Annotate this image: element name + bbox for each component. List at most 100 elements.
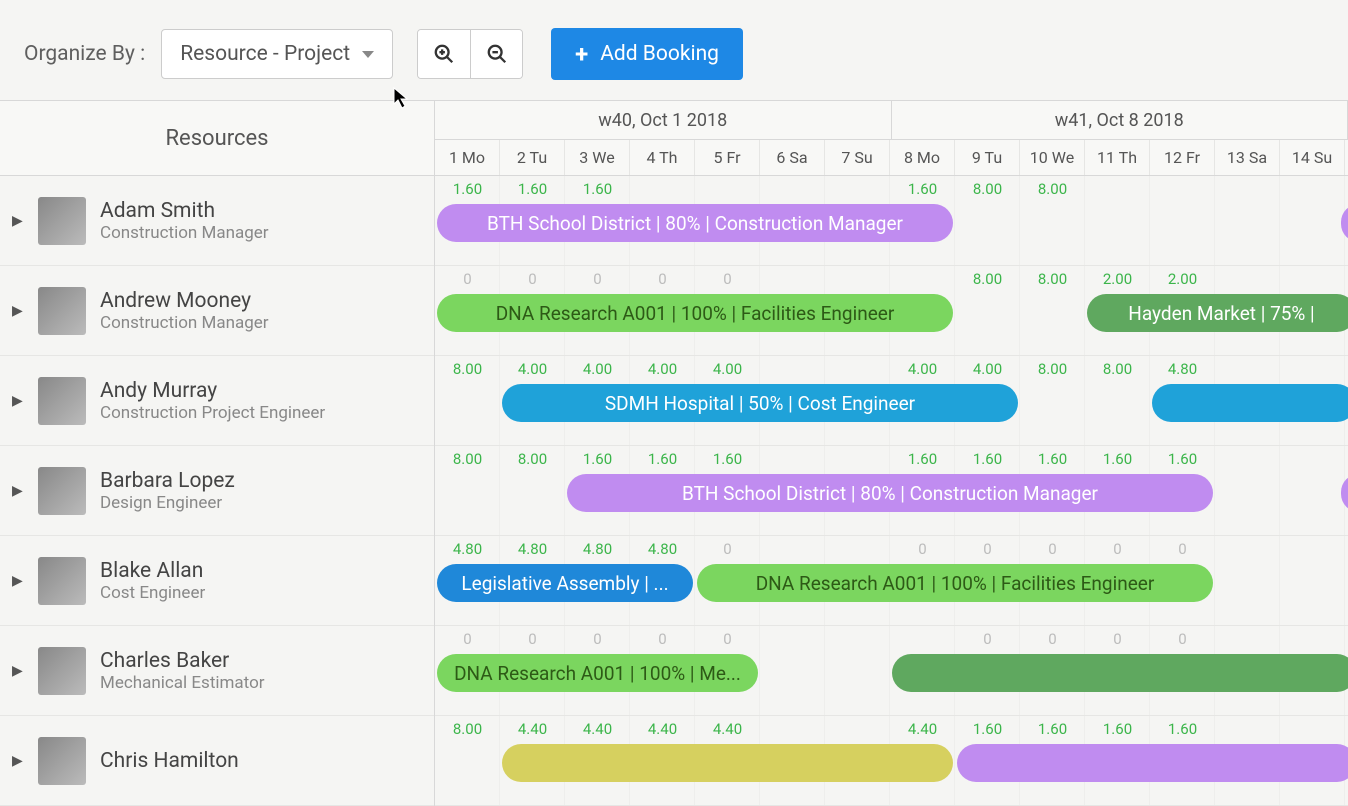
resource-row[interactable]: ▶ Adam Smith Construction Manager bbox=[0, 176, 434, 266]
day-cell[interactable]: 9 Tu bbox=[955, 140, 1020, 175]
day-cell[interactable]: 13 Sa bbox=[1215, 140, 1280, 175]
resource-name: Andrew Mooney bbox=[100, 289, 269, 313]
booking-bar[interactable] bbox=[1341, 204, 1348, 242]
timeline-row[interactable]: 8.008.001.601.601.601.601.601.601.601.60… bbox=[435, 446, 1348, 536]
day-cell[interactable]: 4 Th bbox=[630, 140, 695, 175]
timeline-row[interactable]: 4.804.804.804.80000000Legislative Assemb… bbox=[435, 536, 1348, 626]
add-booking-button[interactable]: + Add Booking bbox=[551, 28, 743, 80]
day-cell[interactable]: 5 Fr bbox=[695, 140, 760, 175]
hours-value: 4.00 bbox=[955, 360, 1020, 378]
timeline-row[interactable]: 000000000DNA Research A001 | 100% | Me..… bbox=[435, 626, 1348, 716]
hours-value: 1.60 bbox=[435, 180, 500, 198]
hours-value bbox=[630, 180, 695, 198]
resource-row[interactable]: ▶ Barbara Lopez Design Engineer bbox=[0, 446, 434, 536]
hours-value: 4.80 bbox=[500, 540, 565, 558]
booking-bar[interactable] bbox=[1152, 384, 1348, 422]
expand-arrow-icon[interactable]: ▶ bbox=[12, 483, 24, 499]
hours-value bbox=[760, 630, 825, 648]
resource-role: Design Engineer bbox=[100, 493, 235, 513]
hours-value bbox=[825, 540, 890, 558]
avatar bbox=[38, 287, 86, 335]
hours-value bbox=[1085, 180, 1150, 198]
hours-value bbox=[890, 630, 955, 648]
day-cell[interactable]: 10 We bbox=[1020, 140, 1085, 175]
booking-bar[interactable] bbox=[957, 744, 1348, 782]
zoom-in-button[interactable] bbox=[418, 30, 470, 78]
expand-arrow-icon[interactable]: ▶ bbox=[12, 393, 24, 409]
booking-bar[interactable]: DNA Research A001 | 100% | Facilities En… bbox=[697, 564, 1213, 602]
hours-value bbox=[825, 360, 890, 378]
hours-value: 0 bbox=[955, 540, 1020, 558]
hours-row: 8.004.404.404.404.404.401.601.601.601.60 bbox=[435, 720, 1348, 738]
hours-value bbox=[825, 630, 890, 648]
resource-row[interactable]: ▶ Chris Hamilton bbox=[0, 716, 434, 806]
day-cell[interactable]: 11 Th bbox=[1085, 140, 1150, 175]
expand-arrow-icon[interactable]: ▶ bbox=[12, 663, 24, 679]
booking-bar[interactable] bbox=[502, 744, 953, 782]
booking-bar[interactable] bbox=[1341, 474, 1348, 512]
booking-bar[interactable] bbox=[892, 654, 1348, 692]
hours-value: 8.00 bbox=[1020, 270, 1085, 288]
expand-arrow-icon[interactable]: ▶ bbox=[12, 213, 24, 229]
hours-value: 0 bbox=[1020, 630, 1085, 648]
hours-value bbox=[1280, 270, 1345, 288]
resource-row[interactable]: ▶ Andy Murray Construction Project Engin… bbox=[0, 356, 434, 446]
resources-header: Resources bbox=[0, 101, 434, 176]
day-cell[interactable]: 8 Mo bbox=[890, 140, 955, 175]
add-booking-label: Add Booking bbox=[600, 42, 719, 66]
resource-row[interactable]: ▶ Charles Baker Mechanical Estimator bbox=[0, 626, 434, 716]
expand-arrow-icon[interactable]: ▶ bbox=[12, 303, 24, 319]
timeline-body[interactable]: 1.601.601.601.608.008.00BTH School Distr… bbox=[435, 176, 1348, 806]
week-cell: w40, Oct 1 2018 bbox=[435, 101, 892, 139]
hours-value bbox=[1280, 450, 1345, 468]
organize-by-dropdown[interactable]: Resource - Project bbox=[161, 29, 393, 79]
day-cell[interactable]: 7 Su bbox=[825, 140, 890, 175]
hours-value: 0 bbox=[695, 540, 760, 558]
hours-value: 4.80 bbox=[1150, 360, 1215, 378]
resource-row[interactable]: ▶ Andrew Mooney Construction Manager bbox=[0, 266, 434, 356]
day-cell[interactable]: 1 Mo bbox=[435, 140, 500, 175]
hours-value: 0 bbox=[1020, 540, 1085, 558]
hours-value: 0 bbox=[500, 630, 565, 648]
booking-bar[interactable]: Hayden Market | 75% | bbox=[1087, 294, 1348, 332]
hours-value bbox=[1280, 720, 1345, 738]
hours-value: 4.40 bbox=[630, 720, 695, 738]
day-cell[interactable]: 2 Tu bbox=[500, 140, 565, 175]
hours-value: 4.40 bbox=[565, 720, 630, 738]
day-cell[interactable]: 6 Sa bbox=[760, 140, 825, 175]
resource-role: Cost Engineer bbox=[100, 583, 205, 603]
timeline-row[interactable]: 000008.008.002.002.00DNA Research A001 |… bbox=[435, 266, 1348, 356]
expand-arrow-icon[interactable]: ▶ bbox=[12, 573, 24, 589]
resource-row[interactable]: ▶ Blake Allan Cost Engineer bbox=[0, 536, 434, 626]
hours-value: 0 bbox=[630, 270, 695, 288]
booking-bar[interactable]: BTH School District | 80% | Construction… bbox=[437, 204, 953, 242]
booking-bar[interactable]: DNA Research A001 | 100% | Me... bbox=[437, 654, 758, 692]
booking-bar[interactable]: Legislative Assembly | ... bbox=[437, 564, 693, 602]
booking-bar[interactable]: BTH School District | 80% | Construction… bbox=[567, 474, 1213, 512]
resource-name: Barbara Lopez bbox=[100, 469, 235, 493]
hours-value: 8.00 bbox=[1020, 180, 1085, 198]
day-cell[interactable]: 12 Fr bbox=[1150, 140, 1215, 175]
hours-value: 1.60 bbox=[1085, 720, 1150, 738]
hours-value: 4.00 bbox=[630, 360, 695, 378]
hours-value: 2.00 bbox=[1085, 270, 1150, 288]
hours-value bbox=[760, 180, 825, 198]
hours-value: 2.00 bbox=[1150, 270, 1215, 288]
hours-value bbox=[825, 180, 890, 198]
hours-row: 8.004.004.004.004.004.004.008.008.004.80 bbox=[435, 360, 1348, 378]
day-cell[interactable]: 14 Su bbox=[1280, 140, 1345, 175]
hours-value: 0 bbox=[955, 630, 1020, 648]
timeline-row[interactable]: 8.004.404.404.404.404.401.601.601.601.60 bbox=[435, 716, 1348, 806]
hours-value: 0 bbox=[1150, 540, 1215, 558]
hours-value bbox=[1215, 720, 1280, 738]
resource-info: Andrew Mooney Construction Manager bbox=[100, 289, 269, 333]
booking-bar[interactable]: DNA Research A001 | 100% | Facilities En… bbox=[437, 294, 953, 332]
zoom-out-button[interactable] bbox=[470, 30, 522, 78]
booking-bar[interactable]: SDMH Hospital | 50% | Cost Engineer bbox=[502, 384, 1018, 422]
timeline-row[interactable]: 1.601.601.601.608.008.00BTH School Distr… bbox=[435, 176, 1348, 266]
hours-value bbox=[1280, 630, 1345, 648]
timeline-row[interactable]: 8.004.004.004.004.004.004.008.008.004.80… bbox=[435, 356, 1348, 446]
expand-arrow-icon[interactable]: ▶ bbox=[12, 753, 24, 769]
resource-info: Adam Smith Construction Manager bbox=[100, 199, 269, 243]
day-cell[interactable]: 3 We bbox=[565, 140, 630, 175]
